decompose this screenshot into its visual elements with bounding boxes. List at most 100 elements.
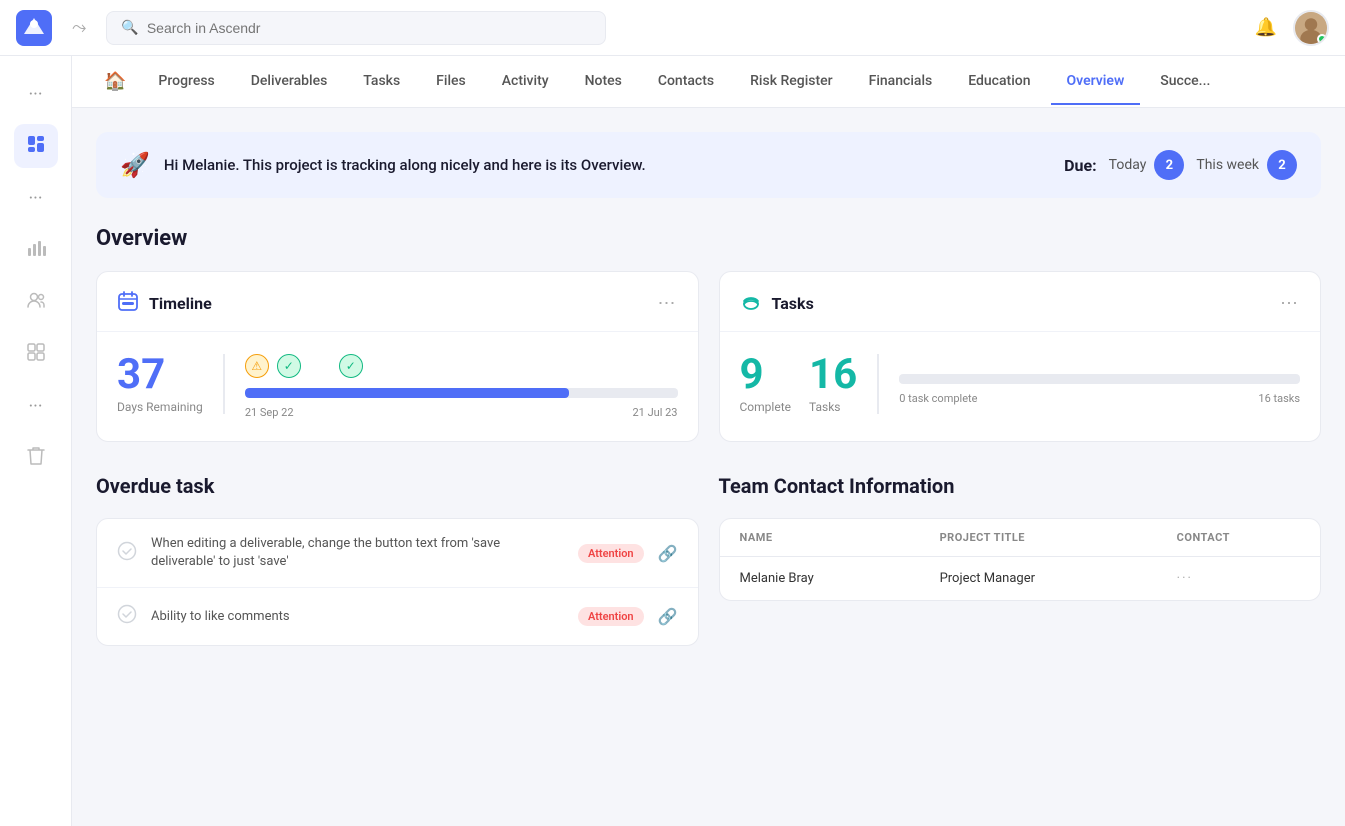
bottom-row: Overdue task When editing a deliverable,… xyxy=(96,474,1321,646)
timeline-card-body: 37 Days Remaining ⚠ ✓ ✓ xyxy=(97,332,698,441)
notification-bell-icon[interactable]: 🔔 xyxy=(1255,17,1277,38)
tasks-title: Tasks xyxy=(772,294,814,313)
sidebar-item-more-mid[interactable]: ··· xyxy=(14,176,58,220)
tab-files[interactable]: Files xyxy=(420,59,482,105)
sidebar-item-more-bot[interactable]: ··· xyxy=(14,384,58,428)
due-today: Today 2 xyxy=(1109,150,1185,180)
tasks-stats: 9 Complete 16 Tasks xyxy=(740,354,1301,414)
tab-financials[interactable]: Financials xyxy=(853,59,949,105)
banner-left: 🚀 Hi Melanie. This project is tracking a… xyxy=(120,151,646,179)
timeline-chart: ⚠ ✓ ✓ 21 Sep 22 21 Jul 23 xyxy=(245,354,678,419)
today-label: Today xyxy=(1109,157,1147,173)
due-this-week: This week 2 xyxy=(1196,150,1297,180)
sidebar-item-trash[interactable] xyxy=(14,436,58,480)
warning-milestone-icon: ⚠ xyxy=(245,354,269,378)
timeline-card-header: Timeline ⋯ xyxy=(97,272,698,332)
attention-badge-2: Attention xyxy=(578,607,644,626)
sidebar-item-contacts[interactable] xyxy=(14,280,58,324)
tasks-title-row: Tasks xyxy=(740,290,814,317)
project-banner: 🚀 Hi Melanie. This project is tracking a… xyxy=(96,132,1321,198)
tasks-card-header: Tasks ⋯ xyxy=(720,272,1321,332)
col-project-title: PROJECT TITLE xyxy=(920,519,1157,557)
tab-home[interactable]: 🏠 xyxy=(92,57,138,106)
timeline-menu-button[interactable]: ⋯ xyxy=(658,293,678,314)
tab-activity[interactable]: Activity xyxy=(486,59,565,105)
timeline-title-row: Timeline xyxy=(117,290,212,317)
sidebar-item-analytics[interactable] xyxy=(14,228,58,272)
overdue-link-icon[interactable]: 🔗 xyxy=(658,544,678,563)
team-title: Team Contact Information xyxy=(719,474,1322,498)
avatar[interactable] xyxy=(1293,10,1329,46)
tasks-bar-labels: 0 task complete 16 tasks xyxy=(899,392,1300,405)
timeline-title: Timeline xyxy=(149,294,212,313)
contacts-icon xyxy=(26,290,46,315)
tasks-progress-bar xyxy=(899,374,1300,384)
redirect-icon[interactable]: ⤳ xyxy=(64,13,94,42)
col-name: NAME xyxy=(720,519,920,557)
tab-overview[interactable]: Overview xyxy=(1051,59,1141,105)
sidebar-item-more-top[interactable]: ··· xyxy=(14,72,58,116)
tab-success[interactable]: Succe... xyxy=(1144,59,1226,105)
tasks-label: Tasks xyxy=(809,400,857,414)
this-week-badge: 2 xyxy=(1267,150,1297,180)
rocket-icon: 🚀 xyxy=(120,151,150,179)
tasks-total-label: 16 tasks xyxy=(1258,392,1300,405)
tab-progress[interactable]: Progress xyxy=(142,59,230,105)
table-row: Melanie Bray Project Manager ··· xyxy=(720,557,1321,601)
tab-deliverables[interactable]: Deliverables xyxy=(235,59,344,105)
timeline-start-date: 21 Sep 22 xyxy=(245,406,294,419)
list-item: When editing a deliverable, change the b… xyxy=(97,519,698,588)
dots-icon: ··· xyxy=(28,188,42,209)
trash-icon xyxy=(27,446,45,471)
online-status-dot xyxy=(1317,34,1327,44)
contact-more-icon[interactable]: ··· xyxy=(1177,571,1193,586)
tasks-numbers: 9 Complete 16 Tasks xyxy=(740,354,880,414)
sidebar-item-board[interactable] xyxy=(14,124,58,168)
check2-milestone-icon: ✓ xyxy=(339,354,363,378)
overdue-title: Overdue task xyxy=(96,474,699,498)
complete-group: 9 Complete xyxy=(740,354,792,414)
timeline-progress-bar xyxy=(245,388,678,398)
tab-contacts[interactable]: Contacts xyxy=(642,59,730,105)
overdue-check-icon-2[interactable] xyxy=(117,604,137,629)
tasks-menu-button[interactable]: ⋯ xyxy=(1280,293,1300,314)
complete-label: Complete xyxy=(740,400,792,414)
check-milestone-icon: ✓ xyxy=(277,354,301,378)
overdue-section: Overdue task When editing a deliverable,… xyxy=(96,474,699,646)
timeline-bar-fill xyxy=(245,388,570,398)
col-contact: CONTACT xyxy=(1157,519,1320,557)
tab-notes[interactable]: Notes xyxy=(569,59,638,105)
cards-row: Timeline ⋯ 37 Days Remaining ⚠ ✓ xyxy=(96,271,1321,442)
timeline-milestone-icons: ⚠ ✓ ✓ xyxy=(245,354,678,378)
app-logo[interactable] xyxy=(16,10,52,46)
complete-number: 9 xyxy=(740,354,792,396)
total-tasks-group: 16 Tasks xyxy=(809,354,857,414)
timeline-stats: 37 Days Remaining ⚠ ✓ ✓ xyxy=(117,354,678,419)
overdue-link-icon-2[interactable]: 🔗 xyxy=(658,607,678,626)
team-member-name: Melanie Bray xyxy=(720,557,920,601)
this-week-label: This week xyxy=(1196,157,1259,173)
tab-education[interactable]: Education xyxy=(952,59,1046,105)
team-card: NAME PROJECT TITLE CONTACT Melanie Bray … xyxy=(719,518,1322,601)
nav-tabs: 🏠 Progress Deliverables Tasks Files Acti… xyxy=(72,56,1345,108)
more-icon: ··· xyxy=(28,84,42,105)
sidebar-item-grid[interactable] xyxy=(14,332,58,376)
sidebar: ··· ··· xyxy=(0,56,72,826)
timeline-card: Timeline ⋯ 37 Days Remaining ⚠ ✓ xyxy=(96,271,699,442)
overdue-check-icon[interactable] xyxy=(117,541,137,566)
team-member-title: Project Manager xyxy=(920,557,1157,601)
today-badge: 2 xyxy=(1154,150,1184,180)
search-bar[interactable]: 🔍 xyxy=(106,11,606,45)
team-member-contact[interactable]: ··· xyxy=(1157,557,1320,601)
team-table: NAME PROJECT TITLE CONTACT Melanie Bray … xyxy=(720,519,1321,600)
overdue-item-text-2: Ability to like comments xyxy=(151,608,564,626)
search-input[interactable] xyxy=(147,20,592,36)
tab-tasks[interactable]: Tasks xyxy=(347,59,416,105)
overview-title: Overview xyxy=(96,226,1321,251)
analytics-icon xyxy=(26,238,46,263)
timeline-dates: 21 Sep 22 21 Jul 23 xyxy=(245,406,678,419)
team-section: Team Contact Information NAME PROJECT TI… xyxy=(719,474,1322,646)
tab-risk-register[interactable]: Risk Register xyxy=(734,59,849,105)
tasks-bar-wrap: 0 task complete 16 tasks xyxy=(899,354,1300,405)
board-icon xyxy=(26,134,46,159)
